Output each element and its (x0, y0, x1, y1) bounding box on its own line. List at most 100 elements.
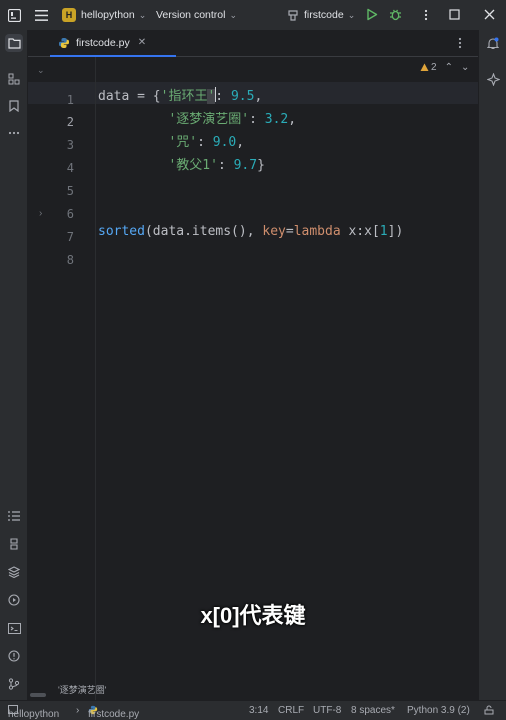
line-number: 1 (66, 93, 74, 107)
notifications-icon[interactable] (484, 34, 502, 52)
python-interpreter[interactable]: Python 3.9 (2) (407, 705, 470, 716)
problems-icon[interactable] (5, 647, 23, 665)
code-token: , (236, 135, 245, 150)
close-tab-icon[interactable]: ✕ (138, 37, 146, 48)
fold-chevron-icon[interactable]: ⌄ (37, 65, 45, 76)
breadcrumb-separator-icon: › (76, 705, 80, 716)
code-token: , (254, 89, 263, 104)
code-token: x:x[ (340, 224, 380, 239)
caret-position[interactable]: 3:14 (249, 705, 268, 716)
line-number: 6 (66, 207, 74, 221)
code-string: 指环王 (168, 89, 208, 104)
code-number: 9.0 (212, 135, 237, 150)
editor-tab-bar: firstcode.py ✕ (28, 30, 478, 57)
project-name: hellopython (81, 9, 135, 21)
fold-arrow-icon[interactable]: › (39, 208, 42, 219)
line-number: 8 (66, 253, 74, 267)
maximize-window-icon[interactable] (449, 9, 460, 23)
code-token: : (217, 158, 234, 173)
code-token: : (249, 112, 265, 127)
tab-options-icon[interactable] (458, 36, 462, 54)
code-token: , (288, 112, 297, 127)
code-keyword: lambda (293, 224, 341, 239)
run-config-selector[interactable]: firstcode ⌄ (287, 9, 355, 21)
structure-tool-icon[interactable] (5, 70, 23, 88)
code-token: = (285, 224, 294, 239)
code-string: '咒' (168, 135, 198, 150)
line-number: 3 (66, 138, 74, 152)
layers-packages-icon[interactable] (5, 563, 23, 581)
run-config-name: firstcode (304, 9, 344, 21)
project-tool-icon[interactable] (5, 34, 23, 52)
tab-firstcode-py[interactable]: firstcode.py ✕ (50, 30, 176, 57)
title-bar: H hellopython ⌄ Version control ⌄ firstc… (0, 0, 506, 30)
run-button[interactable] (366, 8, 378, 24)
python-console-icon[interactable] (5, 535, 23, 553)
bookmarks-tool-icon[interactable] (5, 97, 23, 115)
next-highlight-icon[interactable]: ⌄ (461, 62, 469, 73)
line-separator[interactable]: CRLF (278, 705, 304, 716)
code-number: 1 (379, 224, 388, 239)
git-icon[interactable] (5, 675, 23, 693)
hamburger-menu-icon[interactable] (34, 8, 48, 22)
status-bar: hellopython › firstcode.py 3:14 CRLF UTF… (0, 700, 506, 720)
python-config-icon (288, 9, 298, 21)
debug-button[interactable] (389, 8, 402, 24)
project-badge: H (62, 8, 76, 22)
code-line-8: sorted(data.items(), key=lambda x:x[1]) (98, 224, 403, 244)
status-file[interactable]: firstcode.py (88, 705, 139, 720)
status-project-name: hellopython (8, 709, 60, 720)
code-token: : (197, 135, 213, 150)
close-window-icon[interactable] (484, 9, 495, 23)
code-token: ]) (387, 224, 404, 239)
inspection-count: 2 (431, 62, 437, 73)
code-line-2: data = {'指环王': 9.5, (98, 85, 262, 105)
python-file-icon (59, 37, 69, 48)
chevron-down-icon: ⌄ (229, 9, 238, 20)
line-number: 7 (66, 230, 74, 244)
code-token: } (257, 158, 265, 173)
code-number: 9.5 (230, 89, 255, 104)
code-hint-popup: '逐梦演艺圈' (58, 685, 107, 695)
code-string: '教父1' (168, 158, 218, 173)
code-number: 9.7 (233, 158, 258, 173)
code-line-4: '咒': 9.0, (98, 131, 244, 151)
code-token: (data.items(), (144, 224, 263, 239)
indent-setting[interactable]: 8 spaces* (351, 705, 395, 716)
version-control-selector[interactable]: Version control ⌄ (156, 9, 237, 21)
code-token: data = { (98, 89, 161, 104)
code-line-3: '逐梦演艺圈': 3.2, (98, 108, 296, 128)
more-tools-icon[interactable] (5, 124, 23, 142)
code-string: '逐梦演艺圈' (168, 112, 250, 127)
status-project[interactable]: hellopython (8, 705, 59, 720)
project-selector[interactable]: H hellopython ⌄ (62, 8, 146, 22)
read-only-lock-icon[interactable] (484, 705, 494, 718)
code-number: 3.2 (264, 112, 289, 127)
line-number: 2 (66, 115, 74, 129)
file-encoding[interactable]: UTF-8 (313, 705, 341, 716)
line-number: 4 (66, 161, 74, 175)
video-subtitle: x[0]代表键 (200, 603, 306, 628)
previous-highlight-icon[interactable]: ⌃ (445, 62, 453, 73)
todo-list-icon[interactable] (5, 507, 23, 525)
bug-icon (390, 9, 401, 21)
inspection-widget[interactable]: 2 ⌃ ⌄ (420, 62, 469, 73)
chevron-down-icon: ⌄ (138, 9, 147, 20)
line-number: 5 (66, 184, 74, 198)
more-actions-icon[interactable] (420, 9, 432, 24)
app-logo-icon[interactable] (7, 8, 21, 22)
status-file-name: firstcode.py (88, 709, 140, 720)
code-function: sorted (98, 224, 145, 239)
code-token: : (215, 89, 231, 104)
chevron-down-icon: ⌄ (347, 9, 356, 20)
code-line-5: '教父1': 9.7} (98, 154, 265, 174)
warning-icon (420, 63, 429, 71)
ai-assistant-icon[interactable] (484, 70, 502, 88)
code-keyword-arg: key (262, 224, 286, 239)
play-icon (367, 8, 378, 21)
vcs-label: Version control (156, 9, 226, 21)
tab-label: firstcode.py (76, 36, 130, 49)
